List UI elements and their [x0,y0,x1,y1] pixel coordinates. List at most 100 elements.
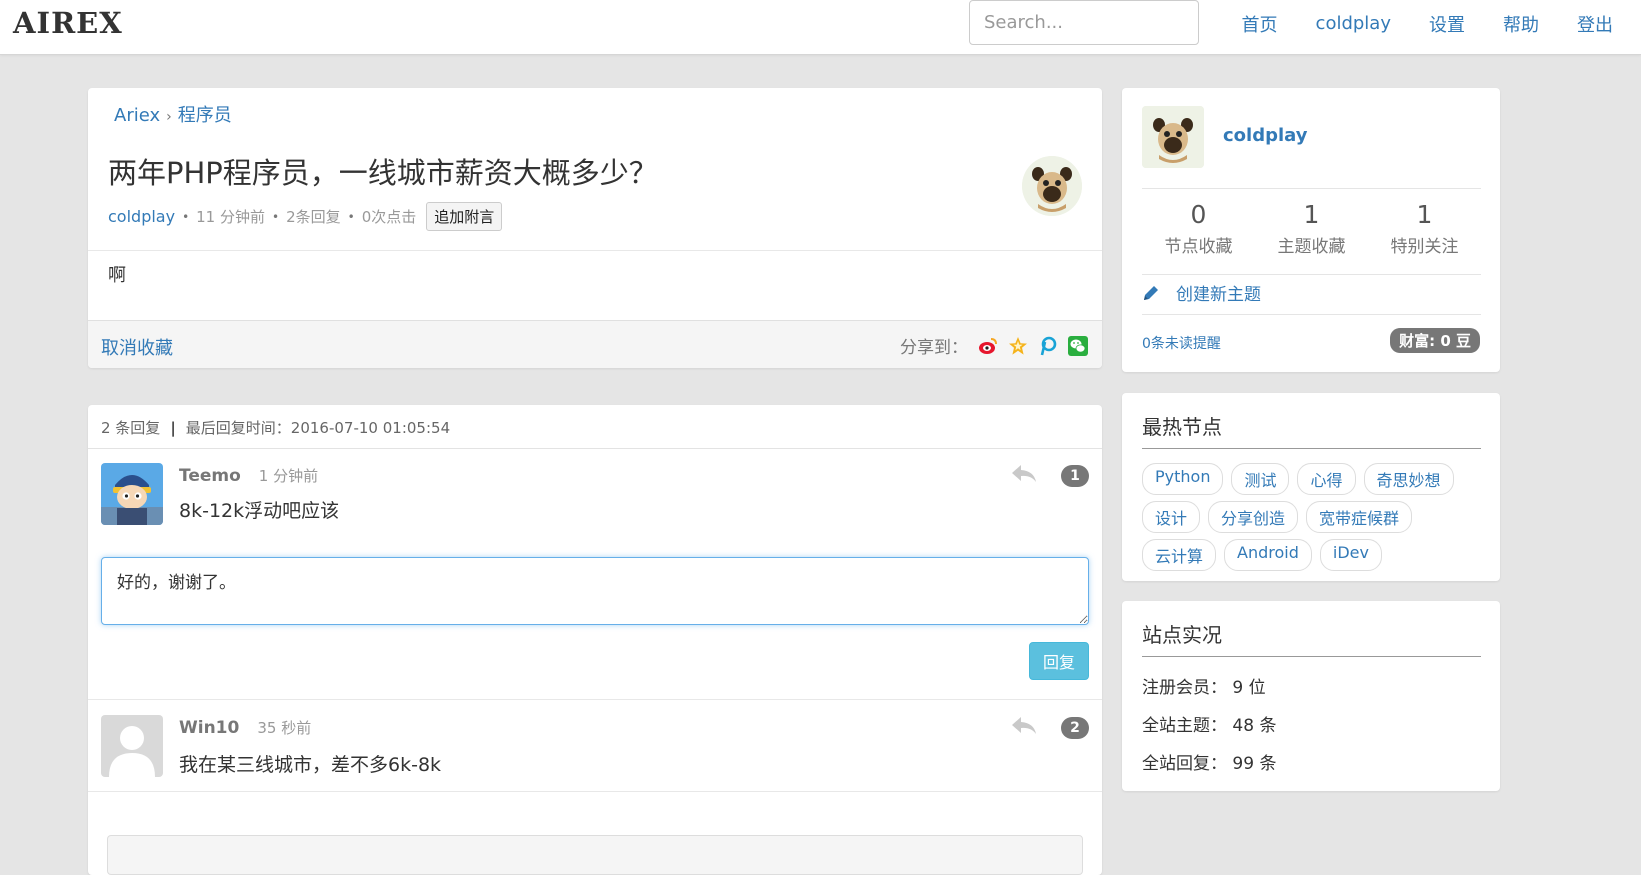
pencil-icon [1144,285,1158,300]
win10-avatar[interactable] [101,715,163,777]
default-user-icon [101,715,163,777]
unfavorite-link[interactable]: 取消收藏 [101,334,173,360]
divider [1142,448,1481,449]
breadcrumb-home[interactable]: Ariex [114,105,160,126]
reply-item: Win10 35 秒前 我在某三线城市，差不多6k-8k 2 [88,715,1102,795]
reply-text: 我在某三线城市，差不多6k-8k [179,754,442,776]
profile-avatar[interactable] [1142,106,1204,168]
reply-time: 1 分钟前 [258,467,319,485]
create-topic-label: 创建新主题 [1176,285,1261,305]
stat-label: 主题收藏 [1277,237,1346,257]
reply-textarea[interactable]: 好的，谢谢了。 [101,557,1089,625]
node-tag[interactable]: Python [1142,463,1224,495]
qzone-icon[interactable] [1008,336,1028,356]
stat-topic-favorites[interactable]: 1 主题收藏 [1255,200,1368,257]
nav-links: 首页 coldplay 设置 帮助 登出 [1204,0,1641,47]
pug-avatar-icon [1022,156,1082,216]
reply-text: 8k-12k浮动吧应该 [179,500,340,522]
divider [1142,188,1481,189]
breadcrumb: Ariex › 程序员 [114,101,232,127]
node-tag[interactable]: 云计算 [1142,539,1217,571]
stat-value: 1 [1416,200,1433,229]
stat-label: 节点收藏 [1164,237,1233,257]
teemo-avatar[interactable] [101,463,163,525]
node-tag[interactable]: iDev [1319,539,1382,571]
site-stat-replies: 全站回复： 99 条 [1142,754,1277,774]
node-tag[interactable]: 测试 [1231,463,1290,495]
nav-home[interactable]: 首页 [1242,11,1278,37]
stat-node-favorites[interactable]: 0 节点收藏 [1142,200,1255,257]
header-separator: | [170,419,176,437]
meta-dot: • [272,209,280,224]
wechat-icon[interactable] [1068,335,1088,356]
divider [1142,274,1481,275]
divider [88,250,1102,251]
reply-floor-badge: 2 [1061,717,1089,739]
share-bar: 分享到： [900,333,1088,358]
reply-floor-badge: 1 [1061,465,1089,487]
node-tags: Python 测试 心得 奇思妙想 设计 分享创造 宽带症候群 云计算 Andr… [1142,463,1481,577]
unread-notifications-link[interactable]: 0条未读提醒 [1142,333,1221,353]
topic-title: 两年PHP程序员，一线城市薪资大概多少？ [108,156,658,190]
topic-body: 啊 [108,265,126,286]
reply-submit-button[interactable]: 回复 [1029,642,1089,680]
hot-nodes-title: 最热节点 [1142,415,1222,439]
topic-meta: coldplay • 11 分钟前 • 2条回复 • 0次点击 追加附言 [108,202,503,231]
cartoon-avatar-icon [101,463,163,525]
wealth-badge: 财富: 0 豆 [1390,328,1480,353]
breadcrumb-separator: › [166,109,172,125]
node-tag[interactable]: Android [1224,539,1312,571]
reply-item: Teemo 1 分钟前 8k-12k浮动吧应该 1 [88,463,1102,553]
site-stats-title: 站点实况 [1142,623,1222,647]
stat-value: 1 [1303,200,1320,229]
reply-arrow-icon[interactable] [1010,715,1038,737]
breadcrumb-node[interactable]: 程序员 [178,105,232,126]
topic-click-count: 0次点击 [361,208,417,226]
nav-user[interactable]: coldplay [1316,13,1391,34]
brand-logo[interactable]: AIREX [13,6,123,40]
replies-panel: 2 条回复 | 最后回复时间：2016-07-10 01:05:54 Teemo 1 … [88,405,1102,875]
site-stats-panel: 站点实况 注册会员： 9 位 全站主题： 48 条 全站回复： 99 条 [1122,601,1500,791]
reply-time: 35 秒前 [257,719,312,737]
nav-settings[interactable]: 设置 [1429,11,1465,37]
author-avatar[interactable] [1022,156,1082,216]
search-input[interactable] [969,0,1199,45]
divider [88,699,1102,700]
profile-name[interactable]: coldplay [1223,125,1307,146]
pinterest-icon[interactable] [1038,336,1058,356]
navbar: AIREX 首页 coldplay 设置 帮助 登出 [0,0,1641,55]
reply-arrow-icon[interactable] [1010,463,1038,485]
divider [88,791,1102,792]
topic-panel: Ariex › 程序员 两年PHP程序员，一线城市薪资大概多少？ coldplay … [88,88,1102,368]
stat-value: 0 [1190,200,1207,229]
node-tag[interactable]: 心得 [1297,463,1356,495]
site-stats-list: 注册会员： 9 位 全站主题： 48 条 全站回复： 99 条 [1142,673,1276,787]
create-topic-link[interactable]: 创建新主题 [1142,280,1261,305]
topic-footer: 取消收藏 分享到： [88,320,1102,368]
hot-nodes-panel: 最热节点 Python 测试 心得 奇思妙想 设计 分享创造 宽带症候群 云计算… [1122,393,1500,581]
topic-time: 11 分钟前 [196,208,265,226]
reply-author[interactable]: Teemo [179,466,241,486]
site-stat-topics: 全站主题： 48 条 [1142,716,1277,736]
nav-help[interactable]: 帮助 [1503,11,1539,37]
new-reply-editor[interactable] [107,835,1083,875]
weibo-icon[interactable] [978,336,998,356]
nav-logout[interactable]: 登出 [1577,11,1613,37]
stat-following[interactable]: 1 特别关注 [1368,200,1481,257]
node-tag[interactable]: 设计 [1142,501,1201,533]
topic-author[interactable]: coldplay [108,207,175,226]
reply-count: 2 条回复 [101,419,161,437]
reply-author[interactable]: Win10 [179,718,239,738]
pug-avatar-icon [1142,106,1204,168]
stat-label: 特别关注 [1390,237,1459,257]
profile-stats: 0 节点收藏 1 主题收藏 1 特别关注 [1142,200,1481,257]
share-label: 分享到： [900,338,968,358]
node-tag[interactable]: 分享创造 [1208,501,1299,533]
node-tag[interactable]: 奇思妙想 [1363,463,1454,495]
divider [1142,314,1481,315]
profile-panel: coldplay 0 节点收藏 1 主题收藏 1 特别关注 创建新主题 0条未读… [1122,88,1500,372]
topic-reply-count: 2条回复 [286,208,341,226]
node-tag[interactable]: 宽带症候群 [1306,501,1413,533]
divider [1142,656,1481,657]
append-note-button[interactable]: 追加附言 [426,202,503,231]
